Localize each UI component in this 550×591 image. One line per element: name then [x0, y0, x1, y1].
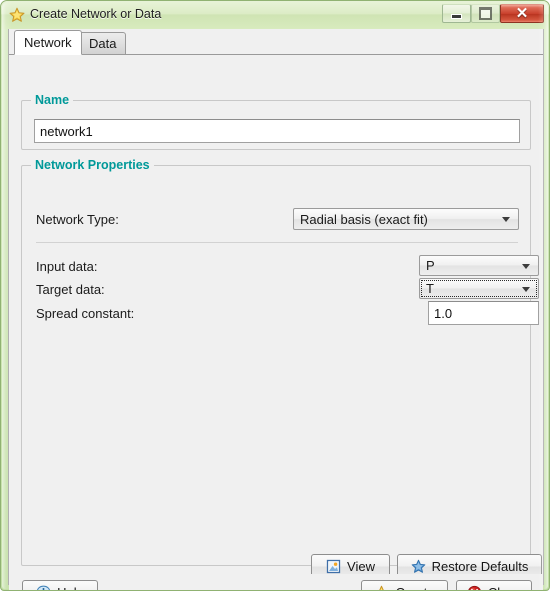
close-icon: ✕ — [515, 4, 529, 22]
star-icon — [9, 7, 25, 23]
input-data-select[interactable]: P — [419, 255, 539, 276]
image-icon — [326, 559, 341, 574]
tab-underline — [9, 54, 543, 55]
window-close-button[interactable]: ✕ — [500, 4, 544, 23]
create-button-label: Create — [395, 585, 434, 590]
maximize-button[interactable] — [471, 4, 500, 23]
close-button-label: Close — [488, 585, 521, 590]
help-button[interactable]: Help — [22, 580, 98, 590]
chevron-down-icon — [502, 217, 510, 222]
window-title: Create Network or Data — [30, 7, 162, 21]
tab-strip: Data Network — [9, 29, 543, 55]
chevron-down-icon — [522, 286, 530, 292]
spread-constant-input[interactable]: 1.0 — [428, 301, 539, 325]
network-name-input[interactable]: network1 — [34, 119, 520, 143]
close-circle-icon — [467, 585, 482, 590]
view-button-label: View — [347, 559, 375, 574]
name-group-title: Name — [31, 93, 74, 107]
network-properties-group-title: Network Properties — [31, 158, 154, 172]
network-type-value: Radial basis (exact fit) — [300, 211, 428, 227]
properties-divider — [36, 242, 518, 243]
dialog-window: Create Network or Data ✕ Data Network Na… — [0, 0, 550, 591]
blue-star-icon — [411, 559, 426, 574]
star-icon — [374, 585, 389, 590]
maximize-icon — [472, 5, 499, 22]
tab-data[interactable]: Data — [79, 32, 127, 55]
network-properties-group-box: Network Properties Network Type: Radial … — [21, 158, 542, 579]
minimize-button[interactable] — [442, 4, 471, 23]
input-data-value: P — [426, 258, 435, 273]
dialog-client-area: Data Network Name network1 Network Prope… — [8, 29, 544, 590]
name-group-box: Name network1 — [21, 93, 531, 150]
create-button[interactable]: Create — [361, 580, 448, 590]
input-data-label: Input data: — [36, 259, 98, 274]
chevron-down-icon — [522, 263, 530, 269]
target-data-value: T — [426, 281, 434, 296]
network-type-label: Network Type: — [36, 212, 119, 227]
tab-network[interactable]: Network — [14, 30, 82, 55]
close-button[interactable]: Close — [456, 580, 532, 590]
target-data-select[interactable]: T — [419, 278, 539, 299]
minimize-icon — [443, 5, 470, 22]
network-type-select[interactable]: Radial basis (exact fit) — [293, 208, 519, 230]
tab-page-network: Name network1 Network Properties Network… — [9, 55, 543, 590]
target-data-label: Target data: — [36, 282, 105, 297]
spread-constant-label: Spread constant: — [36, 306, 135, 321]
restore-defaults-label: Restore Defaults — [431, 559, 529, 574]
info-icon — [36, 585, 51, 590]
title-bar[interactable]: Create Network or Data ✕ — [1, 1, 549, 29]
dialog-button-bar: Help Create — [9, 574, 543, 590]
help-button-label: Help — [57, 585, 84, 590]
